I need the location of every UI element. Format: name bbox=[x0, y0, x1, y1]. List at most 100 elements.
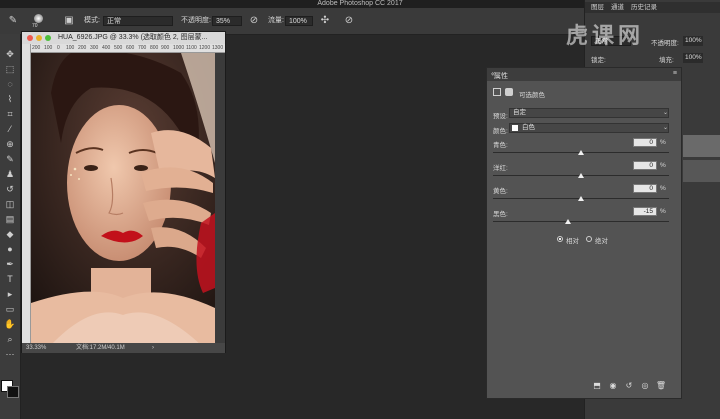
clone-stamp-icon[interactable]: ♟ bbox=[3, 168, 17, 181]
fill-label: 填充: bbox=[659, 57, 674, 64]
tab-layers[interactable]: 图层 bbox=[591, 2, 604, 13]
relative-radio[interactable] bbox=[557, 236, 563, 242]
layer-mask-icon[interactable] bbox=[505, 88, 513, 96]
pressure-size-icon[interactable]: ⊘ bbox=[342, 14, 356, 28]
mode-select[interactable]: 正常 bbox=[103, 16, 173, 26]
ruler-tick: 900 bbox=[161, 45, 170, 51]
brush-tool-icon[interactable]: ✎ bbox=[3, 153, 17, 166]
shape-tool-icon[interactable]: ▭ bbox=[3, 303, 17, 316]
brush-preset-picker[interactable]: 70 bbox=[30, 13, 52, 29]
file-info: 文档:17.2M/40.1M bbox=[76, 345, 125, 351]
cyan-slider-thumb[interactable] bbox=[578, 150, 584, 155]
clip-to-layer-icon[interactable]: ⬒ bbox=[591, 381, 603, 391]
black-slider-thumb[interactable] bbox=[564, 219, 571, 224]
horizontal-ruler: 200 100 0 100 200 300 400 500 600 700 80… bbox=[30, 44, 225, 53]
vertical-ruler bbox=[22, 44, 31, 344]
adjustment-title: 可选颜色 bbox=[519, 92, 545, 99]
adjustment-layer-icon bbox=[493, 88, 501, 96]
slider-track bbox=[493, 221, 669, 222]
layer-thumbnail[interactable] bbox=[683, 160, 720, 182]
ruler-tick: 1100 bbox=[186, 45, 197, 51]
color-label: 颜色: bbox=[493, 128, 508, 135]
panel-menu-icon[interactable]: ≡ bbox=[673, 70, 677, 77]
close-button[interactable] bbox=[27, 35, 33, 41]
marquee-tool-icon[interactable]: ⬚ bbox=[3, 63, 17, 76]
status-menu-chevron-icon[interactable]: › bbox=[152, 343, 154, 353]
eraser-tool-icon[interactable]: ◫ bbox=[3, 198, 17, 211]
ruler-tick: 0 bbox=[57, 45, 60, 51]
ruler-tick: 100 bbox=[44, 45, 53, 51]
slider-row-magenta: 洋红: 0 % bbox=[487, 161, 681, 183]
preset-select[interactable]: 自定 bbox=[509, 108, 669, 118]
cyan-input[interactable]: 0 bbox=[633, 138, 657, 147]
healing-brush-icon[interactable]: ⊕ bbox=[3, 138, 17, 151]
layer-thumbnail-selected[interactable] bbox=[683, 135, 720, 157]
document-status-bar: 33.33% 文档:17.2M/40.1M › bbox=[22, 343, 225, 353]
brush-tool-icon[interactable]: ✎ bbox=[6, 14, 20, 28]
hand-tool-icon[interactable]: ✋ bbox=[3, 318, 17, 331]
pressure-opacity-icon[interactable]: ⊘ bbox=[247, 14, 261, 28]
canvas-photo[interactable] bbox=[31, 53, 215, 345]
layer-opacity-input[interactable]: 100% bbox=[683, 36, 703, 46]
fill-input[interactable]: 100% bbox=[683, 53, 703, 63]
brush-panel-icon[interactable]: ▣ bbox=[62, 14, 76, 28]
yellow-input[interactable]: 0 bbox=[633, 184, 657, 193]
pen-tool-icon[interactable]: ✒ bbox=[3, 258, 17, 271]
tab-channels[interactable]: 通道 bbox=[611, 2, 624, 13]
black-input[interactable]: -15 bbox=[633, 207, 657, 216]
properties-panel: « 属性 ≡ 可选颜色 预设: 自定 ⌄ 颜色: 白色 ⌄ 青色: 0 % 洋红… bbox=[486, 67, 682, 399]
more-tools-icon[interactable]: ⋯ bbox=[3, 348, 17, 361]
ruler-tick: 1300 bbox=[212, 45, 224, 51]
brush-tip-icon bbox=[34, 14, 43, 23]
flow-input[interactable]: 100% bbox=[285, 16, 313, 26]
magenta-slider-thumb[interactable] bbox=[578, 173, 584, 178]
ruler-tick: 200 bbox=[32, 45, 41, 51]
opacity-input[interactable]: 35% bbox=[212, 16, 242, 26]
blur-tool-icon[interactable]: ◆ bbox=[3, 228, 17, 241]
minimize-button[interactable] bbox=[36, 35, 42, 41]
type-tool-icon[interactable]: T bbox=[3, 273, 17, 286]
zoom-tool-icon[interactable]: ⌕ bbox=[3, 333, 17, 346]
gradient-tool-icon[interactable]: ▤ bbox=[3, 213, 17, 226]
zoom-level: 33.33% bbox=[26, 345, 47, 351]
crop-tool-icon[interactable]: ⌗ bbox=[3, 108, 17, 121]
history-brush-icon[interactable]: ↺ bbox=[3, 183, 17, 196]
background-color-swatch[interactable] bbox=[7, 386, 19, 398]
portrait-image bbox=[31, 53, 215, 345]
ruler-tick: 600 bbox=[126, 45, 135, 51]
slider-row-cyan: 青色: 0 % bbox=[487, 138, 681, 160]
lasso-tool-icon[interactable]: ◌ bbox=[3, 78, 17, 91]
airbrush-icon[interactable]: ✣ bbox=[318, 14, 332, 28]
reset-icon[interactable]: ↺ bbox=[623, 381, 635, 391]
brush-size-value: 70 bbox=[32, 23, 38, 29]
relative-label: 相对 bbox=[566, 238, 579, 245]
percent-unit: % bbox=[660, 139, 666, 146]
properties-tab[interactable]: 属性 bbox=[494, 71, 508, 81]
magenta-input[interactable]: 0 bbox=[633, 161, 657, 170]
slider-row-yellow: 黄色: 0 % bbox=[487, 184, 681, 206]
view-previous-icon[interactable]: ◉ bbox=[607, 381, 619, 391]
percent-unit: % bbox=[660, 208, 666, 215]
move-tool-icon[interactable]: ✥ bbox=[3, 48, 17, 61]
visibility-eye-icon[interactable]: ◎ bbox=[639, 381, 651, 391]
yellow-slider-thumb[interactable] bbox=[578, 196, 584, 201]
quick-selection-icon[interactable]: ⌇ bbox=[3, 93, 17, 106]
absolute-radio[interactable] bbox=[586, 236, 592, 242]
color-select[interactable]: 白色 bbox=[509, 123, 669, 133]
trash-icon[interactable]: 🗑 bbox=[655, 381, 667, 391]
ruler-tick: 800 bbox=[150, 45, 159, 51]
magenta-label: 洋红: bbox=[493, 165, 508, 172]
ruler-tick: 700 bbox=[138, 45, 147, 51]
ruler-tick: 500 bbox=[114, 45, 123, 51]
yellow-label: 黄色: bbox=[493, 188, 508, 195]
layer-opacity-label: 不透明度: bbox=[651, 40, 679, 47]
path-selection-icon[interactable]: ▸ bbox=[3, 288, 17, 301]
zoom-button[interactable] bbox=[45, 35, 51, 41]
tab-history[interactable]: 历史记录 bbox=[631, 2, 657, 13]
chevron-down-icon: ⌄ bbox=[663, 110, 669, 116]
document-title: HUA_6926.JPG @ 33.3% (选取颜色 2, 图层蒙... bbox=[58, 34, 208, 41]
ruler-tick: 1200 bbox=[199, 45, 211, 51]
eyedropper-tool-icon[interactable]: ⁄ bbox=[3, 123, 17, 136]
dodge-tool-icon[interactable]: ● bbox=[3, 243, 17, 256]
ruler-tick: 100 bbox=[66, 45, 75, 51]
